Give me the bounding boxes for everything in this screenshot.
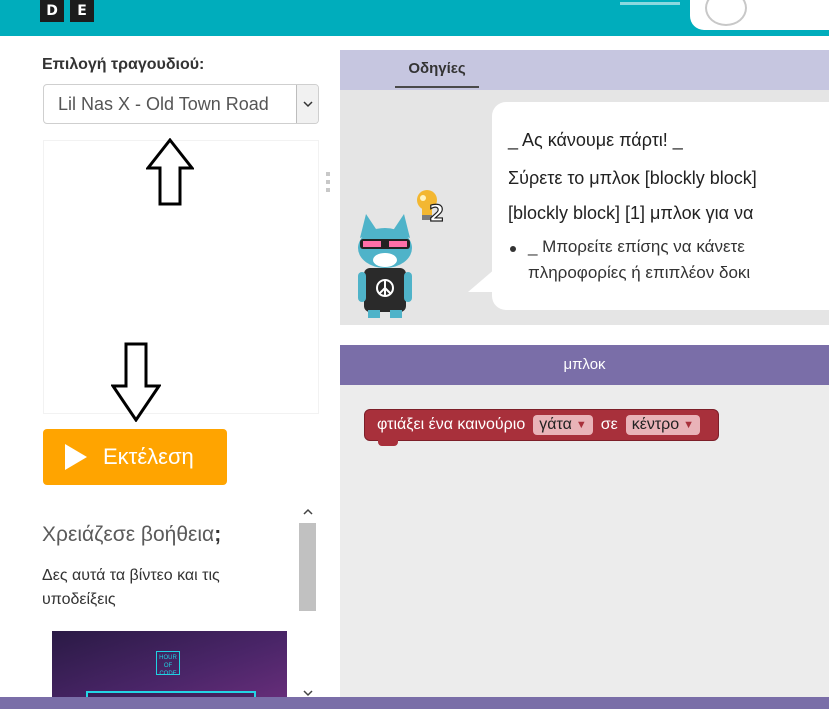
bottom-bar [0,697,829,709]
help-title: Χρειάζεσε βοήθεια; [42,523,222,546]
cat-character-icon [358,214,412,318]
up-arrow-icon [146,138,194,206]
song-select[interactable]: Lil Nas X - Old Town Road [43,84,319,124]
make-new-dancer-block[interactable]: φτιάξει ένα καινούριο γάτα ▼ σε κέντρο ▼ [364,409,720,441]
logo-letter-d: D [40,0,64,22]
scroll-thumb[interactable] [299,523,316,611]
blocks-header: μπλοκ [340,345,829,385]
run-button-label: Εκτέλεση [103,444,194,469]
help-subtitle: Δες αυτά τα βίντεο και τις υποδείξεις [42,567,220,608]
instructions-tabbar: Οδηγίες [340,50,829,90]
instruction-bullet-1: _ Μπορείτε επίσης να κάνετε [528,237,745,256]
instruction-line-2: Σύρετε το μπλοκ [blockly block] [508,168,757,188]
instructions-panel: Οδηγίες 2 _ Ας κάνουμε πάρτι! _ Σύρετε τ… [340,50,829,325]
app-root: D E Επιλογή τραγουδιού: Lil Nas X - Old … [0,0,829,709]
hour-of-code-badge: HOUR OF CODE [156,651,180,677]
help-section: Χρειάζεσε βοήθεια; Δες αυτά τα βίντεο κα… [0,491,330,709]
help-scrollbar[interactable] [297,501,318,701]
top-header: D E [0,0,829,36]
instruction-line-1: _ Ας κάνουμε πάρτι! _ [508,130,683,150]
block-prefix-text: φτιάξει ένα καινούριο [377,416,526,433]
block-notch [378,440,398,446]
left-panel: Επιλογή τραγουδιού: Lil Nas X - Old Town… [0,36,330,709]
song-select-label: Επιλογή τραγουδιού: [42,56,205,73]
instructions-speech-bubble: _ Ας κάνουμε πάρτι! _ Σύρετε το μπλοκ [b… [492,102,829,310]
chevron-down-icon[interactable] [296,85,318,123]
logo-letter-e: E [70,0,94,22]
dropdown-triangle-icon: ▼ [575,419,587,431]
dropdown-triangle-icon: ▼ [683,419,695,431]
bullet-dot [510,246,516,252]
block-middle-text: σε [600,416,618,433]
hint-count: 2 [428,201,445,227]
song-select-value: Lil Nas X - Old Town Road [58,94,269,114]
dancer-type-dropdown[interactable]: γάτα ▼ [533,415,593,435]
instruction-bullet-2: πληροφορίες ή επιπλέον δοκι [528,263,751,282]
blocks-workspace[interactable]: φτιάξει ένα καινούριο γάτα ▼ σε κέντρο ▼ [340,385,829,697]
down-arrow-icon [111,342,161,422]
location-dropdown[interactable]: κέντρο ▼ [625,415,701,435]
scroll-up-icon[interactable] [297,501,318,521]
logo[interactable]: D E [40,0,94,28]
tab-instructions[interactable]: Οδηγίες [395,58,479,88]
run-button[interactable]: Εκτέλεση [43,429,227,485]
resize-grip[interactable] [326,172,332,202]
play-icon [65,444,87,470]
header-partial-text [620,0,690,10]
instruction-line-3: [blockly block] [1] μπλοκ για να [508,203,754,223]
